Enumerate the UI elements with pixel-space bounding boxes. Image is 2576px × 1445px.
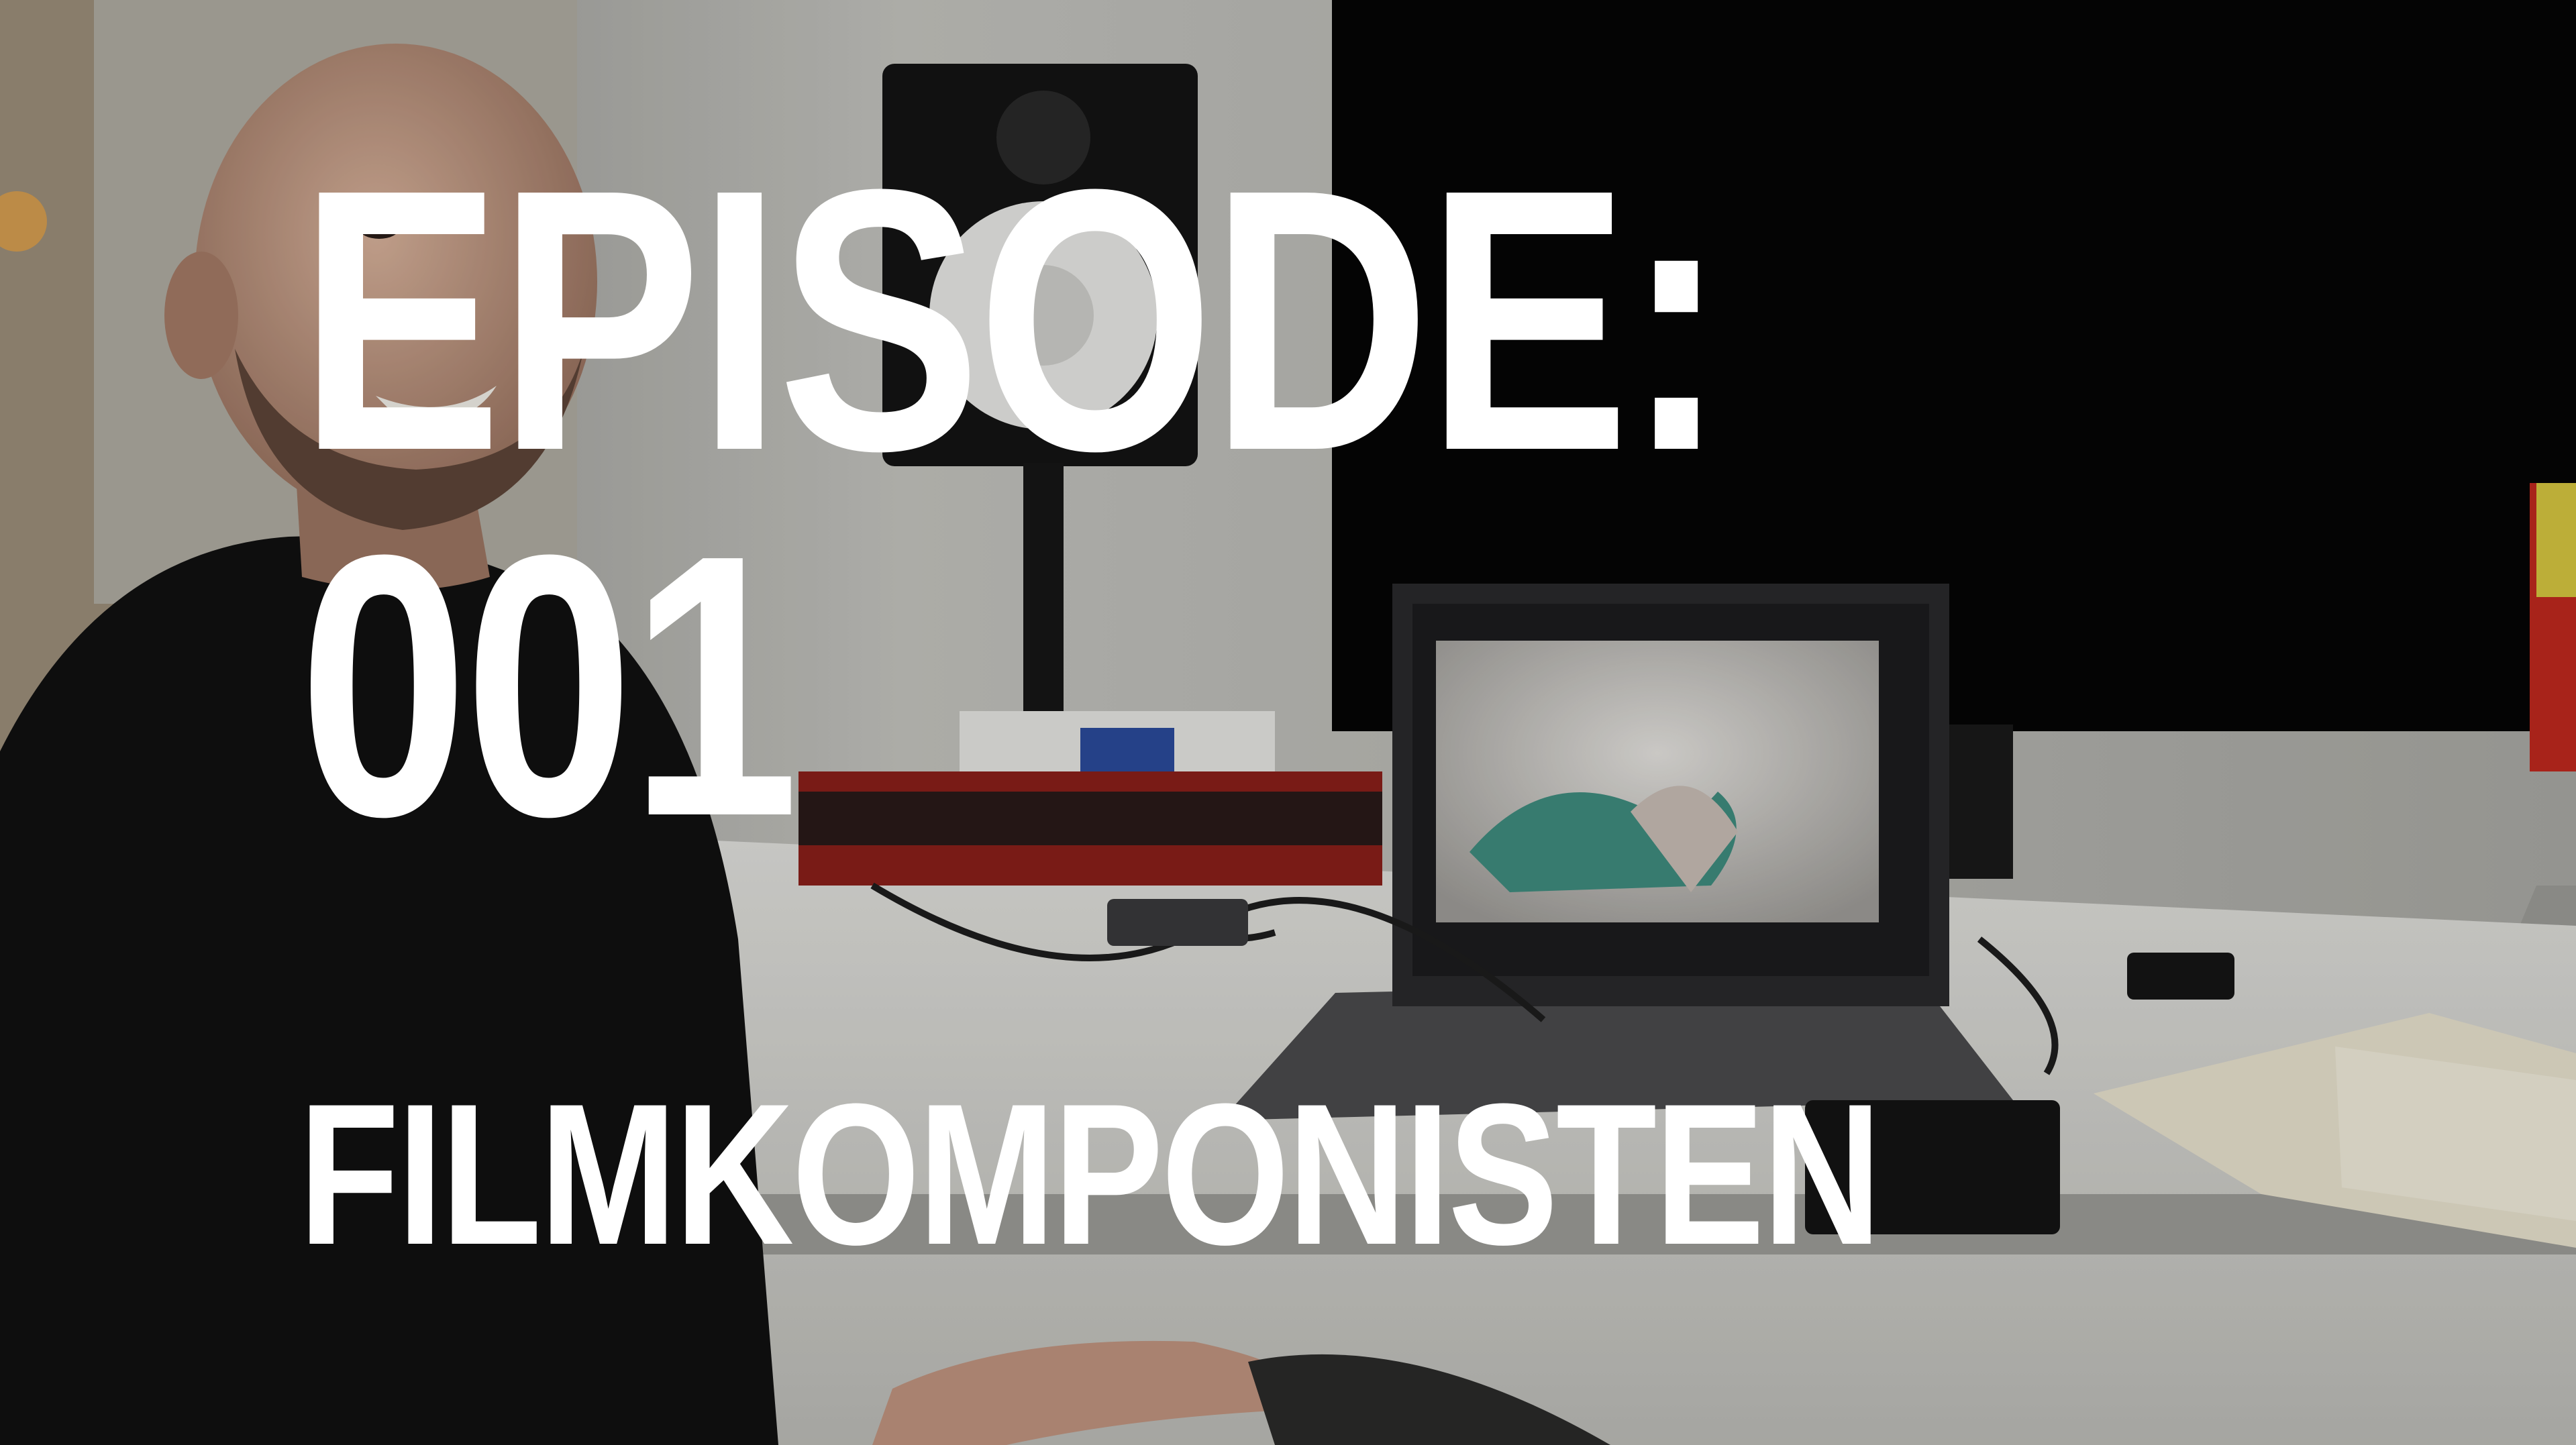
episode-subtitle: FILMKOMPONISTEN — [299, 1061, 1882, 1287]
episode-number: 001 — [299, 478, 799, 894]
episode-heading: EPISODE: — [299, 112, 1727, 528]
